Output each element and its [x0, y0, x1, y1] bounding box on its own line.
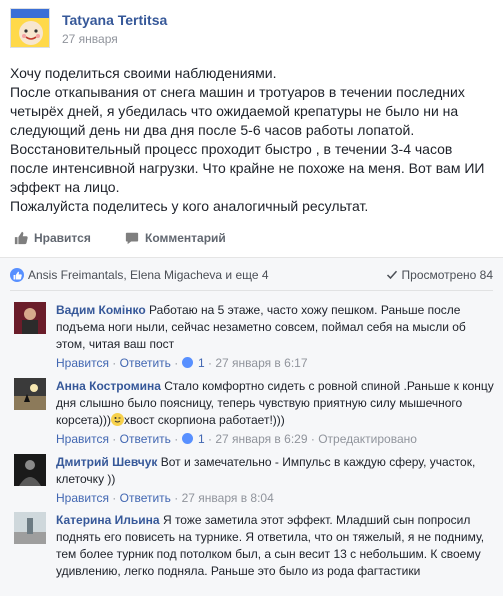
comment-like-link[interactable]: Нравится	[56, 491, 109, 505]
separator	[10, 290, 493, 291]
post-paragraph: После откапывания от снега машин и троту…	[10, 84, 465, 138]
post-paragraph: Хочу поделиться своими наблюдениями.	[10, 65, 277, 81]
comment-time[interactable]: 27 января в 8:04	[182, 491, 274, 505]
commenter-avatar[interactable]	[14, 378, 46, 410]
comment-body: Вадим Комінко Работаю на 5 этаже, часто …	[56, 302, 496, 372]
comment-body: Катерина Ильина Я тоже заметила этот эфф…	[56, 512, 496, 580]
author-avatar[interactable]	[10, 8, 50, 48]
likers-summary[interactable]: Ansis Freimantals, Elena Migacheva и еще…	[10, 268, 269, 282]
comment-button[interactable]: Комментарий	[125, 231, 226, 245]
comment-like-link[interactable]: Нравится	[56, 432, 109, 446]
reactions-row: Ansis Freimantals, Elena Migacheva и еще…	[10, 266, 493, 286]
edited-label[interactable]: Отредактировано	[318, 432, 417, 446]
like-count-icon	[181, 433, 193, 444]
comment-reply-link[interactable]: Ответить	[120, 356, 171, 370]
commenter-avatar[interactable]	[14, 512, 46, 544]
post-actions: Нравится Комментарий	[10, 231, 493, 253]
comment-icon	[125, 232, 139, 245]
likers-text: Ansis Freimantals, Elena Migacheva и еще…	[28, 268, 269, 282]
facebook-post: Tatyana Tertitsa 27 января Хочу поделить…	[0, 0, 503, 596]
commenter-avatar[interactable]	[14, 302, 46, 334]
comment-like-count[interactable]: 1	[198, 356, 205, 370]
post-paragraph: Пожалуйста поделитесь у кого аналогичный…	[10, 198, 369, 214]
views-count: Просмотрено 84	[386, 268, 493, 282]
comment-reply-link[interactable]: Ответить	[120, 432, 171, 446]
commenter-name[interactable]: Вадим Комінко	[56, 303, 146, 317]
comment-body: Анна Костромина Стало комфортно сидеть с…	[56, 378, 496, 448]
comment-reply-link[interactable]: Ответить	[120, 491, 171, 505]
comment-meta: Нравится · Ответить · 1 · 27 января в 6:…	[56, 356, 308, 370]
post-paragraph: Восстановительный процесс проходит быстр…	[10, 141, 485, 195]
commenter-name[interactable]: Анна Костромина	[56, 379, 161, 393]
check-icon	[386, 270, 397, 280]
like-reaction-icon	[10, 268, 24, 282]
comment-meta: Нравится · Ответить · 1 · 27 января в 6:…	[56, 432, 417, 446]
commenter-name[interactable]: Дмитрий Шевчук	[56, 455, 157, 469]
post-text: Хочу поделиться своими наблюдениями. Пос…	[10, 64, 490, 216]
comment-label: Комментарий	[145, 231, 226, 245]
commenter-avatar[interactable]	[14, 454, 46, 486]
like-count-icon	[181, 357, 193, 368]
commenter-name[interactable]: Катерина Ильина	[56, 513, 160, 527]
like-label: Нравится	[34, 231, 91, 245]
comment-like-link[interactable]: Нравится	[56, 356, 109, 370]
comment-body: Дмитрий Шевчук Вот и замечательно - Импу…	[56, 454, 496, 507]
comment-text-continued: хвост скорпиона работает!)))	[124, 413, 285, 427]
comment-time[interactable]: 27 января в 6:29	[215, 432, 307, 446]
comment-like-count[interactable]: 1	[198, 432, 205, 446]
comment-time[interactable]: 27 января в 6:17	[215, 356, 307, 370]
thumbs-up-icon	[14, 231, 28, 245]
comment-meta: Нравится · Ответить · 27 января в 8:04	[56, 491, 274, 505]
author-name[interactable]: Tatyana Tertitsa	[62, 12, 167, 28]
views-text: Просмотрено 84	[401, 268, 493, 282]
wink-emoji-icon	[111, 413, 125, 426]
like-button[interactable]: Нравится	[14, 231, 91, 245]
post-date[interactable]: 27 января	[62, 32, 118, 46]
